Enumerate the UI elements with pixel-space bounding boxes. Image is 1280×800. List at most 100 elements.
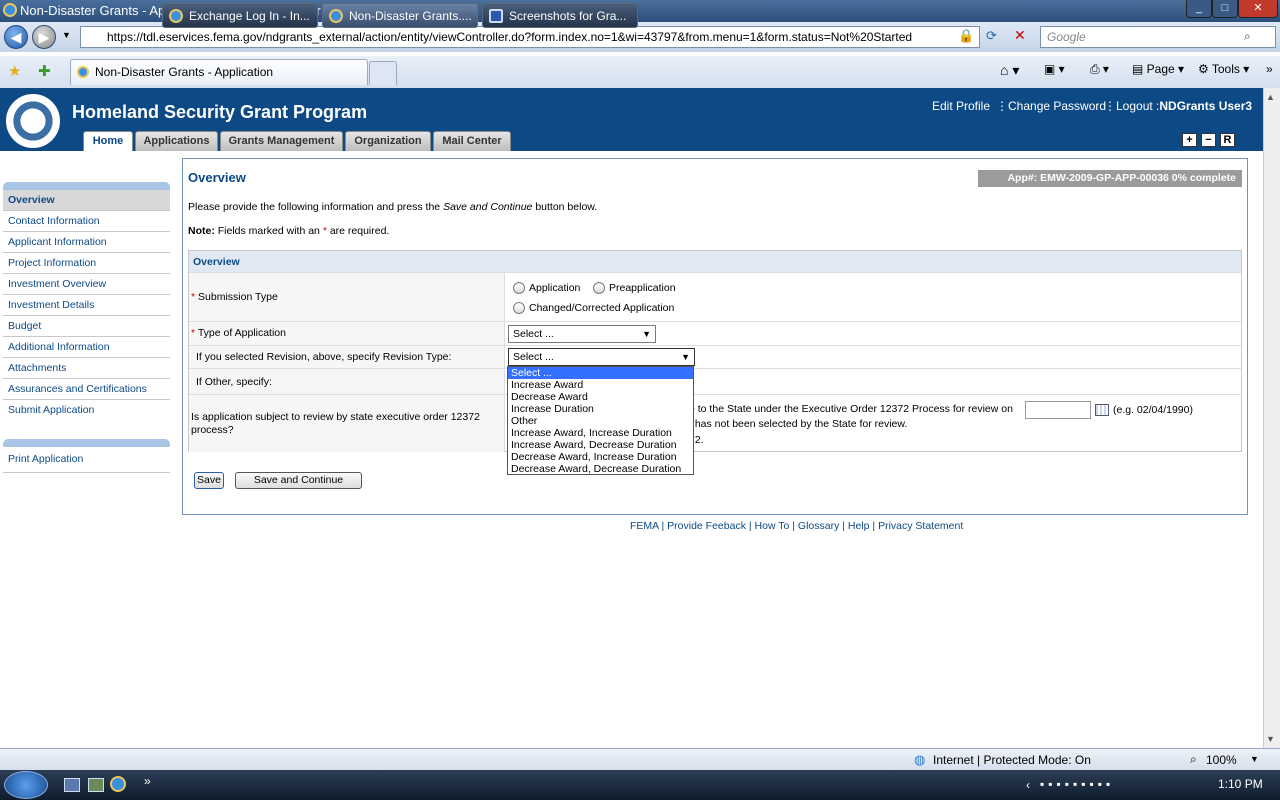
taskbar-clock[interactable]: 1:10 PM (1218, 777, 1263, 791)
footer-help-link[interactable]: Help (848, 520, 870, 532)
search-icon[interactable]: ⌕ (1244, 29, 1251, 44)
sidebar-item-print-application[interactable]: Print Application (3, 447, 170, 473)
revision-type-dropdown[interactable]: Select ... Increase Award Decrease Award… (507, 366, 694, 475)
show-desktop-icon[interactable] (64, 778, 80, 792)
status-bar: ◍ Internet | Protected Mode: On ⌕ 100% ▼ (0, 748, 1280, 770)
footer-feedback-link[interactable]: Provide Feeback (667, 520, 746, 532)
page-scrollbar[interactable]: ▲ ▼ (1263, 88, 1280, 748)
start-button[interactable] (4, 771, 48, 799)
maximize-icon[interactable]: □ (1212, 0, 1238, 18)
dropdown-option[interactable]: Increase Duration (508, 403, 693, 415)
dropdown-option[interactable]: Decrease Award, Decrease Duration (508, 463, 693, 475)
taskbar-item-screenshots[interactable]: Screenshots for Gra... (482, 3, 638, 28)
calendar-icon[interactable] (1095, 404, 1109, 416)
search-input[interactable]: Google (1040, 26, 1276, 48)
feeds-icon[interactable]: ▣ ▾ (1044, 62, 1065, 76)
radio-application[interactable]: Application (513, 282, 580, 295)
footer-glossary-link[interactable]: Glossary (798, 520, 839, 532)
logout-link[interactable]: Logout :NDGrants User3 (1116, 99, 1252, 113)
close-icon[interactable]: ✕ (1238, 0, 1278, 18)
radio-changed-input[interactable] (513, 302, 525, 315)
radio-changed[interactable]: Changed/Corrected Application (513, 302, 675, 315)
zoom-in-button[interactable]: + (1182, 133, 1197, 147)
footer-privacy-link[interactable]: Privacy Statement (878, 520, 963, 532)
sidebar-item-investment-overview[interactable]: Investment Overview (3, 274, 170, 295)
change-password-link[interactable]: Change Password (1008, 99, 1106, 113)
home-icon[interactable]: ⌂ ▾ (1000, 62, 1019, 79)
tools-menu[interactable]: ⚙ Tools ▾ (1198, 62, 1249, 76)
taskbar-item-non-disaster-grants[interactable]: Non-Disaster Grants.... (322, 3, 478, 28)
zoom-level[interactable]: 100% (1206, 753, 1237, 767)
minimize-icon[interactable]: _ (1186, 0, 1212, 18)
sidebar-item-budget[interactable]: Budget (3, 316, 170, 337)
sidebar-item-applicant-information[interactable]: Applicant Information (3, 232, 170, 253)
footer-howto-link[interactable]: How To (755, 520, 790, 532)
sidebar-item-assurances-certifications[interactable]: Assurances and Certifications (3, 379, 170, 400)
radio-preapplication[interactable]: Preapplication (593, 282, 676, 295)
dropdown-option[interactable]: Increase Award (508, 379, 693, 391)
dropdown-option[interactable]: Decrease Award, Increase Duration (508, 451, 693, 463)
quicklaunch-more-icon[interactable]: » (144, 774, 151, 788)
switch-windows-icon[interactable] (88, 778, 104, 792)
back-icon[interactable]: ◀ (4, 25, 28, 49)
taskbar-item-exchange[interactable]: Exchange Log In - In... (162, 3, 318, 28)
sidebar-item-attachments[interactable]: Attachments (3, 358, 170, 379)
scroll-down-icon[interactable]: ▼ (1266, 734, 1275, 744)
history-dropdown-icon[interactable]: ▼ (62, 30, 71, 40)
type-of-application-select[interactable]: Select ... ▼ (508, 325, 656, 343)
page-menu-label: Page (1146, 62, 1175, 76)
date-hint: (e.g. 02/04/1990) (1113, 404, 1193, 416)
favorites-star-icon[interactable]: ★ (8, 62, 21, 80)
sidebar-item-investment-details[interactable]: Investment Details (3, 295, 170, 316)
tab-home[interactable]: Home (83, 131, 133, 151)
review-date-input[interactable] (1025, 401, 1091, 419)
dropdown-option[interactable]: Select ... (508, 367, 693, 379)
dropdown-option[interactable]: Increase Award, Increase Duration (508, 427, 693, 439)
tab-grants-management[interactable]: Grants Management (220, 131, 343, 151)
reset-zoom-button[interactable]: R (1220, 133, 1235, 147)
tray-expand-icon[interactable]: ‹ (1026, 778, 1030, 792)
scroll-up-icon[interactable]: ▲ (1266, 92, 1275, 102)
dropdown-option[interactable]: Other (508, 415, 693, 427)
dropdown-option[interactable]: Increase Award, Decrease Duration (508, 439, 693, 451)
lock-icon[interactable]: 🔒 (958, 28, 974, 44)
save-and-continue-button[interactable]: Save and Continue (235, 472, 362, 489)
zoom-dropdown-icon[interactable]: ▼ (1250, 754, 1259, 764)
task-label: Exchange Log In - In... (189, 9, 310, 23)
tab-organization[interactable]: Organization (345, 131, 431, 151)
page-menu[interactable]: ▤ Page ▾ (1132, 62, 1184, 76)
task-label: Screenshots for Gra... (509, 9, 627, 23)
edit-profile-link[interactable]: Edit Profile (932, 99, 990, 113)
submission-type-text: Submission Type (198, 291, 278, 303)
add-favorites-icon[interactable]: ✚ (38, 62, 51, 80)
radio-preapplication-input[interactable] (593, 282, 605, 295)
footer-fema-link[interactable]: FEMA (630, 520, 659, 532)
refresh-icon[interactable]: ⟳ (986, 28, 997, 44)
system-tray-icons[interactable]: ▪▪▪▪▪▪▪▪▪ (1040, 777, 1210, 793)
revision-type-select[interactable]: Select ... ▼ (508, 348, 695, 366)
forward-icon[interactable]: ▶ (32, 25, 56, 49)
new-tab-button[interactable] (369, 61, 397, 85)
sidebar-item-additional-information[interactable]: Additional Information (3, 337, 170, 358)
tab-non-disaster-grants[interactable]: Non-Disaster Grants - Application (70, 59, 368, 85)
radio-application-input[interactable] (513, 282, 525, 295)
tab-mail-center[interactable]: Mail Center (433, 131, 511, 151)
address-input[interactable]: https://tdl.eservices.fema.gov/ndgrants_… (80, 26, 980, 48)
security-zone[interactable]: Internet | Protected Mode: On (933, 753, 1091, 767)
review-option-1-text: e to the State under the Executive Order… (689, 403, 1013, 415)
ie-quicklaunch-icon[interactable] (110, 776, 126, 792)
stop-icon[interactable]: ✕ (1014, 27, 1026, 44)
sidebar-item-overview[interactable]: Overview (3, 190, 170, 211)
dropdown-option[interactable]: Decrease Award (508, 391, 693, 403)
ie-icon (329, 9, 343, 23)
sidebar-item-submit-application[interactable]: Submit Application (3, 400, 170, 421)
radio-changed-label: Changed/Corrected Application (529, 302, 675, 314)
note-text: Note: Fields marked with an * are requir… (188, 225, 389, 237)
zoom-out-button[interactable]: − (1201, 133, 1216, 147)
print-icon[interactable]: ⎙ ▾ (1090, 62, 1109, 77)
sidebar-item-contact-information[interactable]: Contact Information (3, 211, 170, 232)
tab-applications[interactable]: Applications (135, 131, 218, 151)
save-button[interactable]: Save (194, 472, 224, 489)
more-tools-icon[interactable]: » (1266, 62, 1273, 76)
sidebar-item-project-information[interactable]: Project Information (3, 253, 170, 274)
